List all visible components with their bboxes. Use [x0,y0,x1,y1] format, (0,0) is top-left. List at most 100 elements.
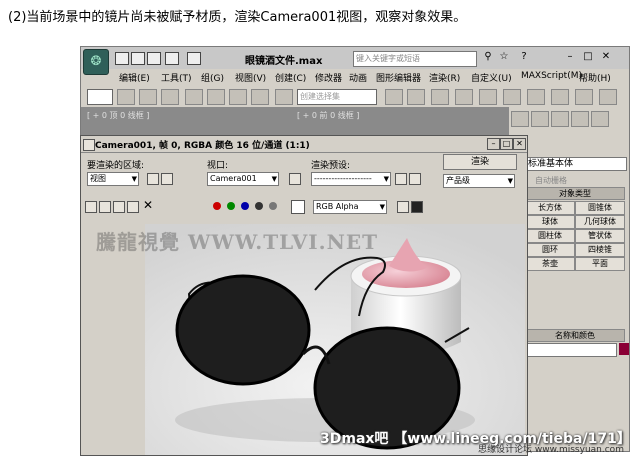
rw-minimize-button[interactable]: – [487,138,500,150]
auto-grid-checkbox[interactable]: 自动栅格 [535,175,567,186]
channel-value: RGB Alpha [316,202,359,211]
render-setup-icon[interactable] [395,173,407,185]
clone-frame-icon[interactable] [113,201,125,213]
render-preset-dropdown[interactable]: -------------------- ▼ [311,172,391,186]
channel-display-dropdown[interactable]: RGB Alpha ▼ [313,200,387,214]
environment-icon[interactable] [409,173,421,185]
teapot-button[interactable]: 茶壶 [525,257,575,271]
snap-icon[interactable] [185,89,203,105]
viewport-front-label[interactable]: [ + 0 前 0 线框 ] [297,110,359,121]
toggle-ui-overlay-icon[interactable] [397,201,409,213]
material-editor-icon[interactable] [503,89,521,105]
create-tab-icon[interactable] [511,111,529,127]
app-logo-icon[interactable]: ❂ [83,49,109,75]
star-icon[interactable]: ☆ [497,51,511,63]
redo-icon[interactable] [187,52,201,65]
menu-graph-editors[interactable]: 图形编辑器 [376,71,421,84]
sphere-button[interactable]: 球体 [525,215,575,229]
menu-create[interactable]: 创建(C) [275,71,306,84]
alpha-channel-icon[interactable] [255,202,263,210]
swatch-white-box[interactable] [291,200,305,214]
pyramid-button[interactable]: 四棱锥 [575,243,625,257]
area-value: 视图 [90,174,106,183]
render-icon[interactable] [575,89,593,105]
cylinder-button[interactable]: 圆柱体 [525,229,575,243]
close-button[interactable]: ✕ [599,51,613,63]
edit-named-sets-icon[interactable] [275,89,293,105]
menu-customize[interactable]: 自定义(U) [471,71,512,84]
named-selection-set-input[interactable]: 创建选择集 [297,89,377,105]
edit-region-icon[interactable] [147,173,159,185]
layer-manager-icon[interactable] [431,89,449,105]
clear-icon[interactable]: ✕ [143,198,153,212]
name-color-rollout[interactable]: 名称和颜色 [525,329,625,342]
open-icon[interactable] [131,52,145,65]
modify-tab-icon[interactable] [531,111,549,127]
maximize-button[interactable]: □ [581,51,595,63]
render-window-icon [83,139,95,151]
plane-button[interactable]: 平面 [575,257,625,271]
menu-help[interactable]: 帮助(H) [579,71,611,84]
rw-maximize-button[interactable]: □ [500,138,513,150]
render-button[interactable]: 渲染 [443,154,517,170]
hierarchy-tab-icon[interactable] [551,111,569,127]
viewport-dropdown[interactable]: Camera001 ▼ [207,172,279,186]
torus-button[interactable]: 圆环 [525,243,575,257]
undo-icon[interactable] [165,52,179,65]
object-type-rollout[interactable]: 对象类型 [525,187,625,200]
render-setup-icon[interactable] [527,89,545,105]
binoculars-icon[interactable]: ⚲ [481,51,495,63]
geosphere-button[interactable]: 几何球体 [575,215,625,229]
new-icon[interactable] [115,52,129,65]
spinner-snap-icon[interactable] [251,89,269,105]
menu-maxscript[interactable]: MAXScript(M) [521,71,582,81]
menu-modifiers[interactable]: 修改器 [315,71,342,84]
area-to-render-dropdown[interactable]: 视图 ▼ [87,172,139,186]
print-icon[interactable] [127,201,139,213]
menu-group[interactable]: 组(G) [201,71,224,84]
toggle-ui-icon[interactable] [411,201,423,213]
mirror-icon[interactable] [385,89,403,105]
percent-snap-icon[interactable] [229,89,247,105]
minimize-button[interactable]: – [563,51,577,63]
search-input[interactable]: 键入关键字或短语 [353,51,477,67]
selection-filter-dropdown[interactable] [87,89,113,105]
lock-icon[interactable] [289,173,301,185]
align-icon[interactable] [407,89,425,105]
move-icon[interactable] [139,89,157,105]
menu-views[interactable]: 视图(V) [235,71,266,84]
teapot-render-icon[interactable] [599,89,617,105]
save-icon[interactable] [147,52,161,65]
menu-edit[interactable]: 编辑(E) [119,71,150,84]
select-object-icon[interactable] [161,89,179,105]
utilities-tab-icon[interactable] [591,111,609,127]
primitive-type-dropdown[interactable]: 标准基本体 [525,157,627,171]
motion-tab-icon[interactable] [571,111,589,127]
object-name-field[interactable] [525,343,617,357]
viewports-area[interactable]: [ + 0 顶 0 线框 ] [ + 0 前 0 线框 ] [81,107,509,137]
save-image-icon[interactable] [85,201,97,213]
help-icon[interactable]: ? [517,51,531,63]
tube-button[interactable]: 管状体 [575,229,625,243]
render-canvas[interactable] [145,224,525,455]
monochrome-icon[interactable] [269,202,277,210]
rendered-frame-icon[interactable] [551,89,569,105]
blue-channel-icon[interactable] [241,202,249,210]
cone-button[interactable]: 圆锥体 [575,201,625,215]
schematic-view-icon[interactable] [479,89,497,105]
render-quality-dropdown[interactable]: 产品级 ▼ [443,174,515,188]
box-button[interactable]: 长方体 [525,201,575,215]
object-color-swatch[interactable] [619,343,629,355]
rw-close-button[interactable]: ✕ [513,138,526,150]
menu-tools[interactable]: 工具(T) [161,71,192,84]
menu-animation[interactable]: 动画 [349,71,367,84]
copy-image-icon[interactable] [99,201,111,213]
select-link-icon[interactable] [117,89,135,105]
viewport-top-label[interactable]: [ + 0 顶 0 线框 ] [87,110,149,121]
curve-editor-icon[interactable] [455,89,473,105]
angle-snap-icon[interactable] [207,89,225,105]
green-channel-icon[interactable] [227,202,235,210]
red-channel-icon[interactable] [213,202,221,210]
menu-rendering[interactable]: 渲染(R) [429,71,460,84]
auto-region-icon[interactable] [161,173,173,185]
